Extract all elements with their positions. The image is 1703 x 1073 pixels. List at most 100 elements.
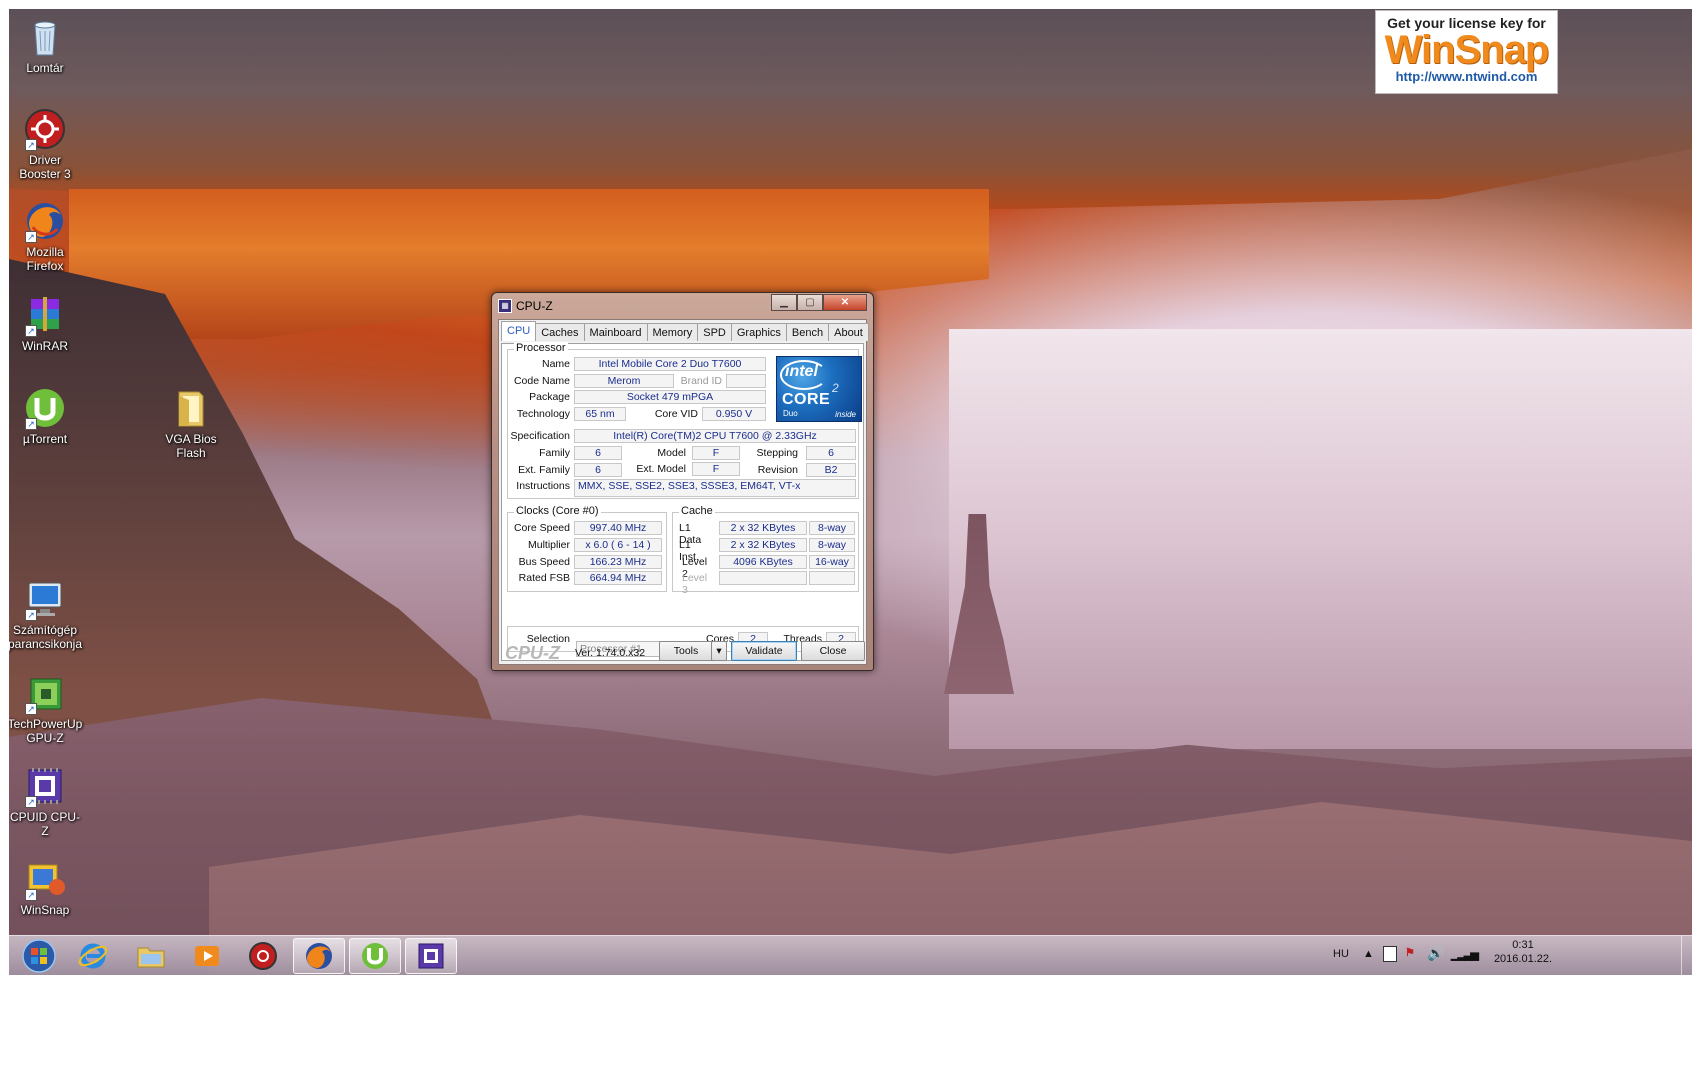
media-player-icon	[195, 946, 219, 966]
maximize-button[interactable]: ▢	[797, 294, 823, 311]
show-desktop-button[interactable]	[1681, 936, 1691, 976]
bus-speed-label: Bus Speed	[518, 556, 570, 568]
desktop-icon-utorrent[interactable]: ↗ µTorrent	[9, 386, 83, 446]
start-orb-icon	[22, 939, 56, 973]
desktop-icon-label: WinRAR	[21, 339, 68, 353]
model-value: F	[692, 446, 740, 460]
taskbar-driver-booster[interactable]	[237, 938, 289, 974]
taskbar-utorrent[interactable]	[349, 938, 401, 974]
core-speed-value: 997.40 MHz	[574, 521, 662, 535]
level2-assoc: 16-way	[809, 555, 855, 569]
tab-cpu[interactable]: CPU	[501, 321, 537, 341]
cpuz-window[interactable]: ▦ CPU-Z ▁ ▢ ✕ CPU Caches Mainboard Memor…	[491, 292, 874, 671]
taskbar-media-player[interactable]	[181, 938, 233, 974]
tab-graphics[interactable]: Graphics	[730, 323, 787, 341]
stepping-value: 6	[806, 446, 856, 460]
tools-button[interactable]: Tools	[659, 641, 713, 661]
wallpaper-haze	[949, 329, 1692, 749]
level2-value: 4096 KBytes	[719, 555, 807, 569]
specification-label: Specification	[510, 430, 570, 442]
clock-time: 0:31	[1512, 939, 1534, 951]
bus-speed-value: 166.23 MHz	[574, 555, 662, 569]
computer-icon: ↗	[23, 577, 67, 621]
utorrent-icon	[362, 943, 388, 969]
network-icon[interactable]: ▁▂▃▅	[1451, 948, 1479, 961]
clock[interactable]: 0:31 2016.01.22.	[1483, 939, 1563, 965]
validate-button[interactable]: Validate	[731, 641, 797, 661]
desktop-icon-cpu-z[interactable]: ↗ CPUID CPU-Z	[9, 764, 83, 838]
ext-model-label: Ext. Model	[636, 463, 686, 475]
desktop-icon-recycle-bin[interactable]: Lomtár	[9, 15, 83, 75]
desktop-icon-label: Mozilla Firefox	[26, 245, 64, 273]
cpuz-client-area: CPU Caches Mainboard Memory SPD Graphics…	[498, 319, 869, 665]
tab-caches[interactable]: Caches	[535, 323, 585, 341]
package-value: Socket 479 mPGA	[574, 390, 766, 404]
desktop-icon-label: CPUID CPU-Z	[9, 810, 80, 838]
name-value: Intel Mobile Core 2 Duo T7600	[574, 357, 766, 371]
desktop-icon-label: Számítógép parancsikonja	[9, 623, 83, 651]
family-label: Family	[539, 447, 570, 459]
desktop-icon-label: TechPowerUp GPU-Z	[9, 717, 83, 745]
tab-about[interactable]: About	[828, 323, 869, 341]
clock-date: 2016.01.22.	[1493, 953, 1553, 965]
start-button[interactable]	[13, 938, 65, 974]
corevid-label: Core VID	[654, 408, 698, 420]
cpu-z-icon	[418, 943, 444, 969]
winsnap-watermark: Get your license key for WinSnap http://…	[1375, 10, 1558, 94]
minimize-button[interactable]: ▁	[771, 294, 797, 311]
tab-bench[interactable]: Bench	[785, 323, 830, 341]
taskbar-internet-explorer[interactable]	[67, 938, 119, 974]
taskbar-cpu-z[interactable]	[405, 938, 457, 974]
watermark-url: http://www.ntwind.com	[1395, 69, 1538, 84]
desktop-icon-driver-booster[interactable]: ↗ Driver Booster 3	[9, 107, 83, 181]
tools-dropdown-button[interactable]: ▾	[711, 641, 727, 661]
window-title: CPU-Z	[516, 299, 553, 313]
internet-explorer-icon	[78, 943, 108, 969]
codename-label: Code Name	[513, 375, 570, 387]
name-label: Name	[541, 358, 570, 370]
specification-value: Intel(R) Core(TM)2 CPU T7600 @ 2.33GHz	[574, 429, 856, 443]
technology-value: 65 nm	[574, 407, 626, 421]
desktop-icon-gpu-z[interactable]: ↗ TechPowerUp GPU-Z	[9, 671, 83, 745]
language-indicator[interactable]: HU	[1333, 948, 1349, 960]
show-hidden-icons-button[interactable]: ▲	[1363, 948, 1374, 960]
ext-model-value: F	[692, 462, 740, 476]
close-button[interactable]: Close	[801, 641, 865, 661]
desktop-icon-label: WinSnap	[20, 903, 70, 917]
firefox-icon: ↗	[23, 199, 67, 243]
file-explorer-icon	[137, 947, 165, 968]
flag-warning-icon[interactable]: ⚑	[1405, 946, 1415, 959]
rated-fsb-value: 664.94 MHz	[574, 571, 662, 585]
rated-fsb-label: Rated FSB	[518, 572, 570, 584]
action-center-icon[interactable]	[1383, 946, 1397, 962]
close-window-button[interactable]: ✕	[823, 294, 867, 311]
level3-label: Level 3	[682, 572, 708, 596]
desktop: Lomtár ↗ Driver Booster 3 ↗ Mozilla Fire…	[9, 9, 1692, 1064]
utorrent-icon: ↗	[23, 386, 67, 430]
taskbar-file-explorer[interactable]	[125, 938, 177, 974]
desktop-icon-label: Lomtár	[26, 61, 64, 75]
package-label: Package	[529, 391, 570, 403]
desktop-icon-winsnap[interactable]: ↗ WinSnap	[9, 857, 83, 917]
desktop-icon-firefox[interactable]: ↗ Mozilla Firefox	[9, 199, 83, 273]
cpu-z-app-icon: ▦	[498, 299, 512, 313]
processor-group-label: Processor	[514, 342, 568, 354]
technology-label: Technology	[516, 408, 570, 420]
revision-label: Revision	[757, 464, 798, 476]
winsnap-icon: ↗	[23, 857, 67, 901]
tab-bar: CPU Caches Mainboard Memory SPD Graphics…	[501, 321, 869, 341]
screenshot-margin	[9, 975, 1692, 1064]
window-titlebar[interactable]: ▦ CPU-Z	[498, 297, 553, 315]
desktop-icon-computer[interactable]: ↗ Számítógép parancsikonja	[9, 577, 83, 651]
tab-mainboard[interactable]: Mainboard	[583, 323, 648, 341]
chevron-up-icon: ▲	[1363, 948, 1374, 960]
tab-spd[interactable]: SPD	[697, 323, 732, 341]
desktop-icon-vga-bios-flash[interactable]: VGA Bios Flash	[153, 386, 229, 460]
tab-memory[interactable]: Memory	[646, 323, 699, 341]
taskbar-firefox[interactable]	[293, 938, 345, 974]
desktop-icon-winrar[interactable]: ↗ WinRAR	[9, 293, 83, 353]
corevid-value: 0.950 V	[702, 407, 766, 421]
volume-icon[interactable]: 🔊	[1427, 945, 1444, 962]
instructions-label: Instructions	[516, 480, 570, 492]
level3-value	[719, 571, 807, 585]
